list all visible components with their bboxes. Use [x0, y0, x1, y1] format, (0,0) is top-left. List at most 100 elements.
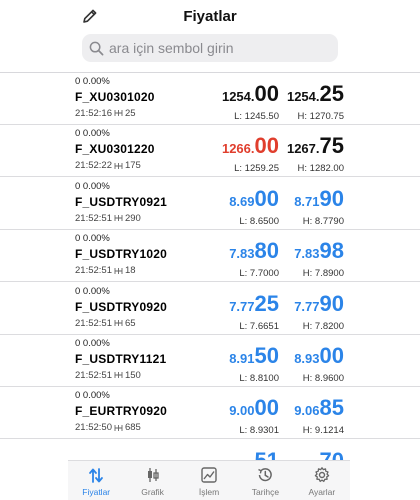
- tab-line-chart[interactable]: İşlem: [181, 461, 237, 500]
- bid-price-main: 1266.: [221, 141, 255, 157]
- update-meta: 21:52:22 175: [75, 160, 155, 172]
- quote-row[interactable]: 0 0.00% F_USDTRY0920 21:52:51 65 7.7725 7…: [0, 283, 420, 335]
- change-percent: 0 0.00%: [75, 390, 110, 402]
- bid-price[interactable]: 1254.00: [222, 83, 279, 108]
- volume-value: 150: [124, 370, 141, 381]
- ask-price[interactable]: 1267.75: [287, 135, 344, 160]
- bid-price[interactable]: 7.7725: [229, 290, 279, 318]
- ask-price-main: 1267.: [286, 141, 320, 157]
- ask-price[interactable]: 1254.25: [287, 83, 344, 108]
- tab-label: Grafik: [141, 487, 164, 497]
- bid-price-pips: 00: [254, 395, 279, 421]
- bid-price[interactable]: 8.6900: [229, 185, 279, 213]
- volume-icon: [114, 214, 123, 222]
- quote-row[interactable]: 0 0.00% F_USDTRY1121 21:52:51 150 8.9150 …: [0, 335, 420, 387]
- low-price: L: 8.9301: [239, 425, 279, 437]
- tab-arrows-updown[interactable]: Fiyatlar: [68, 461, 124, 500]
- update-time: 21:52:16: [75, 108, 112, 119]
- tab-bar: Fiyatlar Grafik İşlem Tarihçe Ayarlar: [68, 460, 350, 500]
- quote-list[interactable]: 0 0.00% F_XU0301020 21:52:16 25 1254.00 1…: [0, 72, 420, 460]
- low-price: L: 1259.25: [234, 163, 279, 175]
- ask-price[interactable]: 7.8398: [294, 240, 344, 265]
- change-percent: 0 0.00%: [75, 233, 110, 245]
- symbol-name: F_USDTRY0920: [75, 299, 167, 314]
- low-price: L: 7.6651: [239, 320, 279, 332]
- ask-price[interactable]: 9.0685: [294, 397, 344, 422]
- bid-price-main: 7.83: [229, 246, 255, 262]
- symbol-name: F_XU0301020: [75, 90, 155, 104]
- high-price: H: 8.9600: [302, 373, 344, 384]
- update-meta: 21:52:51 150: [75, 370, 166, 382]
- update-time: 21:52:22: [75, 160, 112, 172]
- volume-value: 65: [124, 317, 136, 329]
- volume-icon: [114, 319, 123, 327]
- bid-price[interactable]: 9.0000: [229, 397, 279, 422]
- bid-price-pips: 25: [254, 290, 279, 316]
- bid-price-pips: 00: [254, 185, 279, 211]
- high-price: H: 7.8900: [302, 268, 344, 280]
- volume-icon: [114, 267, 123, 275]
- quote-row[interactable]: 0 0.00% F_USDTRY0921 21:52:51 290 8.6900 …: [0, 178, 420, 230]
- tab-gear[interactable]: Ayarlar: [294, 461, 350, 500]
- high-price: H: 1270.75: [297, 111, 344, 122]
- update-time: 21:52:51: [75, 317, 112, 329]
- tab-candlestick-chart[interactable]: Grafik: [124, 461, 180, 500]
- volume-value: 290: [124, 212, 141, 224]
- quote-row[interactable]: 0 0.00% F_USDTRY1020 21:52:51 18 7.8380 7…: [0, 230, 420, 283]
- change-percent: 0 0.00%: [75, 128, 110, 140]
- volume-value: 175: [124, 160, 141, 172]
- update-meta: 21:52:50 685: [75, 422, 167, 434]
- ask-price-pips: 98: [319, 238, 344, 264]
- ask-price[interactable]: 8.7190: [294, 187, 344, 213]
- low-price: L: 8.6500: [239, 215, 279, 227]
- line-chart-icon: [201, 467, 217, 483]
- tab-label: İşlem: [198, 487, 220, 497]
- high-price: H: 7.8200: [302, 320, 344, 332]
- ask-price[interactable]: 7.7790: [294, 292, 344, 318]
- change-percent: 0 0.00%: [75, 180, 110, 192]
- volume-value: 685: [124, 422, 141, 434]
- bid-price-pips: 00: [254, 133, 279, 159]
- ask-price-main: 1254.: [286, 89, 320, 104]
- change-percent: 0 0.00%: [75, 285, 110, 297]
- history-clock-icon: [258, 468, 273, 482]
- symbol-name: F_XU0301220: [75, 142, 155, 157]
- update-time: 21:52:51: [75, 212, 112, 224]
- update-meta: 21:52:51 18: [75, 265, 167, 277]
- ask-price[interactable]: 8.9300: [294, 345, 344, 370]
- symbol-name: F_USDTRY1020: [75, 247, 167, 262]
- change-percent: 0 0.00%: [75, 338, 110, 349]
- search-input[interactable]: [109, 40, 329, 56]
- search-bar[interactable]: [82, 34, 338, 62]
- ask-price-main: 7.83: [294, 246, 320, 262]
- symbol-name: F_USDTRY0921: [75, 194, 167, 209]
- ask-price-main: 9.06: [294, 403, 320, 419]
- ask-price-pips: 75: [319, 133, 344, 159]
- low-price: L: 7.7000: [239, 268, 279, 280]
- volume-icon: [114, 371, 123, 379]
- ask-price[interactable]: 70: [320, 449, 344, 460]
- bid-price[interactable]: 7.8380: [229, 240, 279, 265]
- quote-row[interactable]: 0 0.00% F_EURTRY0920 21:52:50 685 9.0000 …: [0, 387, 420, 440]
- quote-row[interactable]: 51 70: [0, 440, 420, 460]
- bid-price[interactable]: 1266.00: [222, 135, 279, 160]
- low-price: L: 1245.50: [234, 111, 279, 122]
- volume-icon: [114, 424, 123, 432]
- bid-price-main: 7.77: [229, 298, 255, 314]
- bid-price[interactable]: 8.9150: [229, 345, 279, 370]
- high-price: H: 1282.00: [297, 163, 344, 175]
- update-meta: 21:52:16 25: [75, 108, 155, 120]
- update-time: 21:52:50: [75, 422, 112, 434]
- update-time: 21:52:51: [75, 265, 112, 277]
- bid-price-pips: 80: [254, 238, 279, 264]
- low-price: L: 8.8100: [239, 373, 279, 384]
- quote-row[interactable]: 0 0.00% F_XU0301020 21:52:16 25 1254.00 1…: [0, 73, 420, 125]
- bid-price[interactable]: 51: [255, 449, 279, 460]
- bid-price-main: 1254.: [221, 89, 255, 104]
- symbol-name: F_USDTRY1121: [75, 352, 167, 366]
- change-percent: 0 0.00%: [75, 76, 110, 87]
- tab-history-clock[interactable]: Tarihçe: [237, 461, 293, 500]
- quote-row[interactable]: 0 0.00% F_XU0301220 21:52:22 175 1266.00 …: [0, 125, 420, 178]
- high-price: H: 8.7790: [302, 215, 344, 227]
- search-icon: [89, 41, 104, 55]
